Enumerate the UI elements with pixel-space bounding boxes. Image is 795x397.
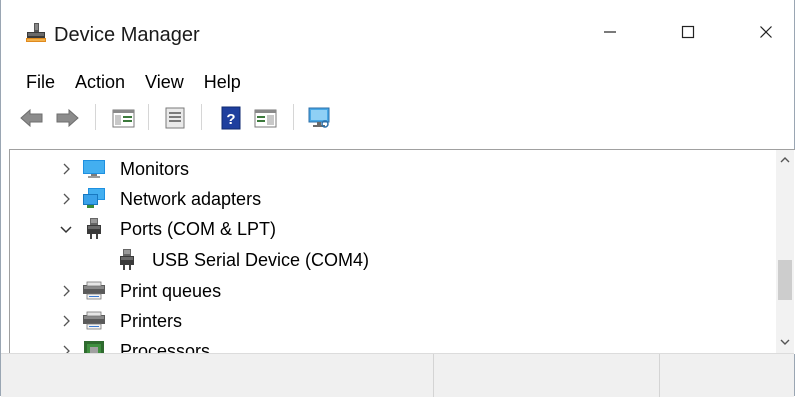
- status-pane: [433, 354, 660, 397]
- action-pane-icon: [254, 109, 277, 128]
- forward-arrow-icon: [56, 108, 79, 128]
- scan-hardware-button[interactable]: [305, 104, 333, 132]
- chevron-right-icon[interactable]: [58, 191, 74, 207]
- close-button[interactable]: [735, 8, 795, 56]
- tree-node-label: Network adapters: [120, 189, 262, 209]
- action-pane-button[interactable]: [251, 104, 279, 132]
- close-icon: [760, 26, 772, 38]
- printer-icon: [83, 280, 105, 302]
- status-bar: [1, 353, 794, 397]
- menu-view[interactable]: View: [135, 67, 194, 97]
- tree-node-label: Print queues: [120, 281, 222, 301]
- network-adapter-icon: [83, 188, 105, 210]
- chevron-down-icon[interactable]: [58, 221, 74, 237]
- device-tree[interactable]: Monitors Network adapters Ports (COM & L…: [9, 149, 795, 354]
- help-button[interactable]: ?: [217, 104, 245, 132]
- chevron-down-icon: [780, 339, 790, 345]
- toolbar-separator: [293, 104, 294, 130]
- minimize-button[interactable]: [579, 8, 641, 56]
- tree-node-label: USB Serial Device (COM4): [152, 250, 370, 270]
- toolbar-separator: [148, 104, 149, 130]
- window-title: Device Manager: [54, 24, 200, 46]
- tree-node-processors[interactable]: Processors: [10, 337, 770, 354]
- maximize-button[interactable]: [657, 8, 719, 56]
- properties-icon: [165, 107, 185, 129]
- device-manager-window: Device Manager File Action View Help ? M…: [0, 0, 795, 397]
- menu-bar: File Action View Help: [1, 64, 794, 100]
- show-hide-console-tree-icon: [112, 109, 135, 128]
- monitor-icon: [83, 158, 105, 180]
- tree-node-monitors[interactable]: Monitors: [10, 155, 770, 183]
- tree-node-printers[interactable]: Printers: [10, 307, 770, 335]
- forward-button[interactable]: [53, 104, 81, 132]
- tree-node-label: Printers: [120, 311, 183, 331]
- toolbar-separator: [95, 104, 96, 130]
- tree-node-network-adapters[interactable]: Network adapters: [10, 185, 770, 213]
- port-connector-icon: [116, 249, 138, 271]
- toolbar-separator: [201, 104, 202, 130]
- device-manager-app-icon: [25, 22, 47, 44]
- menu-help[interactable]: Help: [194, 67, 251, 97]
- tree-node-usb-serial-device[interactable]: USB Serial Device (COM4): [10, 246, 770, 274]
- properties-button[interactable]: [161, 104, 189, 132]
- menu-file[interactable]: File: [16, 67, 65, 97]
- menu-action[interactable]: Action: [65, 67, 135, 97]
- scan-hardware-icon: [308, 107, 330, 128]
- tree-node-print-queues[interactable]: Print queues: [10, 277, 770, 305]
- tree-node-label: Processors: [120, 341, 211, 354]
- vertical-scrollbar[interactable]: [776, 150, 794, 353]
- maximize-icon: [681, 25, 695, 39]
- show-hide-console-tree-button[interactable]: [109, 104, 137, 132]
- tree-node-label: Monitors: [120, 159, 190, 179]
- status-pane: [659, 354, 795, 397]
- scroll-up-button[interactable]: [776, 150, 794, 170]
- chevron-up-icon: [780, 157, 790, 163]
- minimize-icon: [604, 31, 616, 33]
- title-bar[interactable]: Device Manager: [1, 0, 794, 64]
- chevron-right-icon[interactable]: [58, 283, 74, 299]
- port-connector-icon: [83, 218, 105, 240]
- tree-node-label: Ports (COM & LPT): [120, 219, 277, 239]
- chevron-right-icon[interactable]: [58, 313, 74, 329]
- scrollbar-thumb[interactable]: [778, 260, 792, 300]
- processor-chip-icon: [83, 340, 105, 354]
- back-button[interactable]: [18, 104, 46, 132]
- back-arrow-icon: [20, 108, 43, 128]
- chevron-right-icon[interactable]: [58, 161, 74, 177]
- svg-text:?: ?: [226, 111, 235, 128]
- printer-icon: [83, 310, 105, 332]
- tree-node-ports[interactable]: Ports (COM & LPT): [10, 215, 770, 243]
- scroll-down-button[interactable]: [776, 332, 794, 352]
- help-icon: ?: [221, 106, 241, 130]
